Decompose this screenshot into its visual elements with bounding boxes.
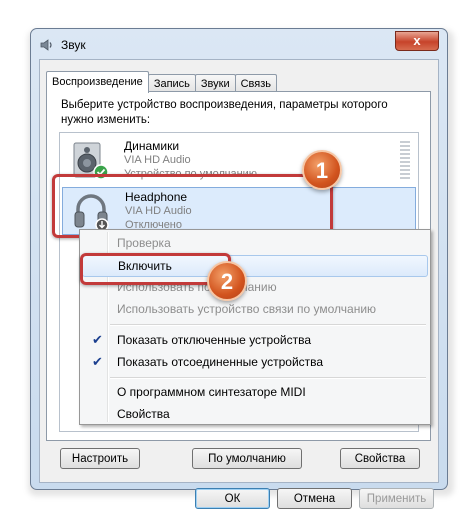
close-button[interactable]: x [395,31,439,51]
set-default-button[interactable]: По умолчанию [192,448,302,469]
menu-item-label: Показать отключенные устройства [117,333,312,347]
menu-item-label: Показать отсоединенные устройства [117,355,324,369]
step-1-badge: 1 [302,150,342,190]
window-title: Звук [61,38,86,52]
menu-separator [110,324,426,326]
configure-button[interactable]: Настроить [60,448,140,469]
menu-item-test[interactable]: Проверка [82,232,428,254]
step-2-badge: 2 [207,261,247,301]
properties-button[interactable]: Свойства [340,448,420,469]
cancel-button[interactable]: Отмена [277,488,352,509]
instruction-text: Выберите устройство воспроизведения, пар… [61,99,388,126]
device-name: Динамики [124,139,180,153]
tab-playback[interactable]: Воспроизведение [46,71,149,93]
menu-item-show-disabled[interactable]: ✔ Показать отключенные устройства [82,329,428,351]
ok-button[interactable]: ОК [195,488,270,509]
menu-item-midi[interactable]: О программном синтезаторе MIDI [82,381,428,403]
checkmark-icon: ✔ [92,354,103,369]
speaker-icon [39,37,55,53]
tab-strip: Воспроизведение Запись Звуки Связь [46,71,278,93]
menu-item-properties[interactable]: Свойства [82,403,428,425]
menu-item-show-disconnected[interactable]: ✔ Показать отсоединенные устройства [82,351,428,373]
menu-item-set-default-comm[interactable]: Использовать устройство связи по умолчан… [82,298,428,320]
checkmark-icon: ✔ [92,332,103,347]
apply-button[interactable]: Применить [359,488,434,509]
menu-separator [110,377,426,379]
device-driver: VIA HD Audio [124,154,191,166]
level-meter [400,141,410,181]
